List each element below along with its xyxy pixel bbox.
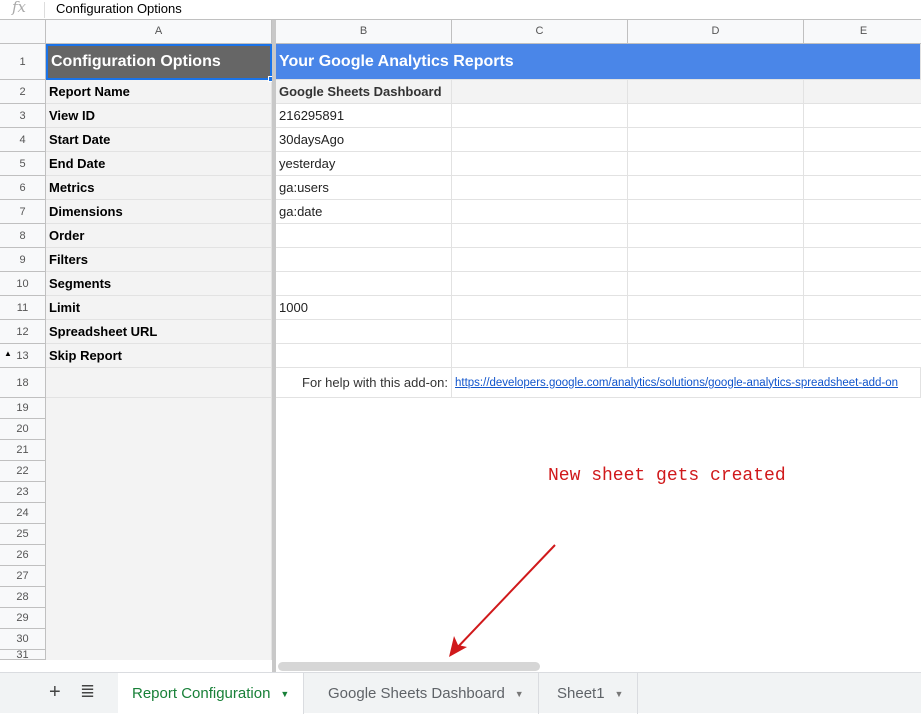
chevron-down-icon[interactable]: ▼ bbox=[280, 689, 289, 699]
all-sheets-button[interactable]: ≣ bbox=[80, 681, 95, 702]
annotation-arrow bbox=[449, 544, 556, 657]
tab-sheet1[interactable]: Sheet1 ▼ bbox=[543, 673, 639, 714]
add-sheet-button[interactable]: + bbox=[49, 681, 61, 704]
scrollbar-track bbox=[276, 660, 921, 672]
tab-label: Google Sheets Dashboard bbox=[328, 685, 505, 702]
chevron-down-icon[interactable]: ▼ bbox=[515, 689, 524, 699]
horizontal-scrollbar[interactable] bbox=[278, 662, 540, 671]
sheet-tab-bar: + ≣ Report Configuration ▼ Google Sheets … bbox=[0, 672, 921, 714]
annotation-text: New sheet gets created bbox=[548, 466, 786, 486]
tab-label: Report Configuration bbox=[132, 685, 271, 702]
tab-google-sheets-dashboard[interactable]: Google Sheets Dashboard ▼ bbox=[314, 673, 539, 714]
tab-label: Sheet1 bbox=[557, 685, 605, 702]
chevron-down-icon[interactable]: ▼ bbox=[615, 689, 624, 699]
tab-report-configuration[interactable]: Report Configuration ▼ bbox=[118, 673, 305, 714]
